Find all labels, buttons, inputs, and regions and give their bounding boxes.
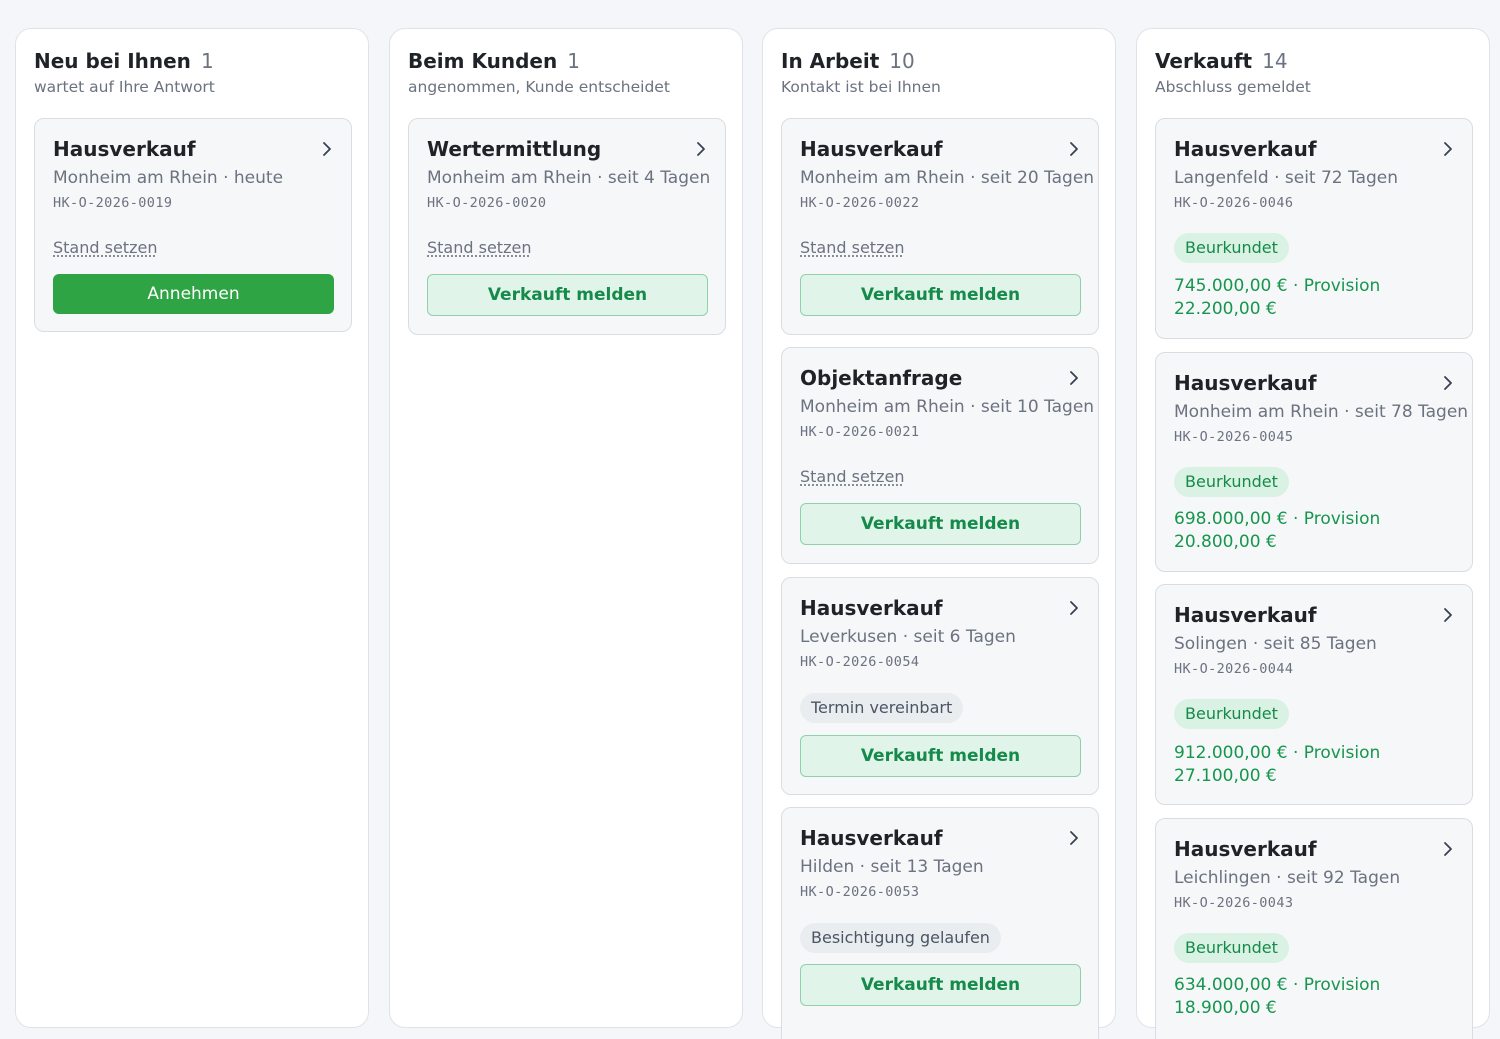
column-in-arbeit: In Arbeit 10 Kontakt ist bei Ihnen Hausve…	[762, 28, 1116, 1039]
status-badge: Termin vereinbart	[800, 693, 964, 723]
column-count: 10	[889, 49, 915, 73]
chevron-right-icon[interactable]	[695, 141, 707, 157]
sold-card[interactable]: Hausverkauf Langenfeld · seit 72 Tagen H…	[1155, 118, 1473, 339]
verkauft-melden-button[interactable]: Verkauft melden	[800, 735, 1081, 777]
lead-card[interactable]: Hausverkauf Hilden · seit 13 Tagen HK-O-…	[781, 807, 1099, 1039]
card-meta: Monheim am Rhein · seit 78 Tagen	[1174, 402, 1469, 422]
card-title: Hausverkauf	[1174, 603, 1317, 627]
sold-card[interactable]: Hausverkauf Monheim am Rhein · seit 78 T…	[1155, 352, 1473, 572]
column-header: Verkauft 14 Abschluss gemeldet	[1155, 49, 1471, 96]
card-meta: Solingen · seit 85 Tagen	[1174, 634, 1377, 654]
stand-setzen-link[interactable]: Stand setzen	[53, 238, 157, 257]
card-meta: Leichlingen · seit 92 Tagen	[1174, 868, 1401, 888]
card-meta: Monheim am Rhein · seit 20 Tagen	[800, 168, 1095, 188]
card-reference-id: HK-O-2026-0046	[1174, 195, 1294, 211]
card-meta: Monheim am Rhein · heute	[53, 168, 284, 188]
price-provision: 745.000,00 € · Provision 22.200,00 €	[1174, 276, 1381, 319]
status-badge: Besichtigung gelaufen	[800, 923, 1001, 953]
card-title: Hausverkauf	[1174, 837, 1317, 861]
card-reference-id: HK-O-2026-0043	[1174, 895, 1294, 911]
chevron-right-icon[interactable]	[1442, 375, 1454, 391]
column-subtitle: Kontakt ist bei Ihnen	[781, 78, 941, 96]
chevron-right-icon[interactable]	[1068, 370, 1080, 386]
column-header: Beim Kunden 1 angenommen, Kunde entscheid…	[408, 49, 724, 96]
stand-setzen-link[interactable]: Stand setzen	[800, 467, 904, 486]
card-reference-id: HK-O-2026-0021	[800, 424, 920, 440]
card-meta: Monheim am Rhein · seit 4 Tagen	[427, 168, 711, 188]
beurkundet-badge: Beurkundet	[1174, 699, 1289, 729]
beurkundet-badge: Beurkundet	[1174, 233, 1289, 263]
card-meta: Leverkusen · seit 6 Tagen	[800, 627, 1016, 647]
chevron-right-icon[interactable]	[1068, 600, 1080, 616]
lead-card[interactable]: Hausverkauf Leverkusen · seit 6 Tagen HK…	[781, 577, 1099, 795]
chevron-right-icon[interactable]	[1442, 141, 1454, 157]
card-title: Hausverkauf	[800, 826, 943, 850]
stand-setzen-link[interactable]: Stand setzen	[800, 238, 904, 257]
card-reference-id: HK-O-2026-0044	[1174, 661, 1294, 677]
card-title: Wertermittlung	[427, 137, 602, 161]
card-reference-id: HK-O-2026-0053	[800, 884, 920, 900]
column-neu-bei-ihnen: Neu bei Ihnen 1 wartet auf Ihre Antwort H…	[15, 28, 369, 1028]
column-verkauft: Verkauft 14 Abschluss gemeldet Hausverkau…	[1136, 28, 1490, 1039]
card-meta: Monheim am Rhein · seit 10 Tagen	[800, 397, 1095, 417]
sold-card[interactable]: Hausverkauf Leichlingen · seit 92 Tagen …	[1155, 818, 1473, 1039]
beurkundet-badge: Beurkundet	[1174, 933, 1289, 963]
column-count: 14	[1262, 49, 1288, 73]
lead-card[interactable]: Wertermittlung Monheim am Rhein · seit 4…	[408, 118, 726, 335]
column-title: In Arbeit 10	[781, 49, 915, 73]
card-title: Hausverkauf	[1174, 137, 1317, 161]
chevron-right-icon[interactable]	[321, 141, 333, 157]
lead-card[interactable]: Objektanfrage Monheim am Rhein · seit 10…	[781, 347, 1099, 564]
column-subtitle: wartet auf Ihre Antwort	[34, 78, 215, 96]
column-header: Neu bei Ihnen 1 wartet auf Ihre Antwort	[34, 49, 350, 96]
chevron-right-icon[interactable]	[1442, 841, 1454, 857]
beurkundet-badge: Beurkundet	[1174, 467, 1289, 497]
card-reference-id: HK-O-2026-0022	[800, 195, 920, 211]
card-meta: Hilden · seit 13 Tagen	[800, 857, 984, 877]
chevron-right-icon[interactable]	[1442, 607, 1454, 623]
verkauft-melden-button[interactable]: Verkauft melden	[800, 964, 1081, 1006]
price-provision: 912.000,00 € · Provision 27.100,00 €	[1174, 743, 1381, 786]
column-beim-kunden: Beim Kunden 1 angenommen, Kunde entscheid…	[389, 28, 743, 1028]
column-title: Verkauft 14	[1155, 49, 1288, 73]
price-provision: 634.000,00 € · Provision 18.900,00 €	[1174, 975, 1381, 1018]
lead-card[interactable]: Hausverkauf Monheim am Rhein · seit 20 T…	[781, 118, 1099, 335]
card-title: Hausverkauf	[1174, 371, 1317, 395]
column-subtitle: angenommen, Kunde entscheidet	[408, 78, 670, 96]
column-title: Beim Kunden 1	[408, 49, 580, 73]
chevron-right-icon[interactable]	[1068, 141, 1080, 157]
card-reference-id: HK-O-2026-0045	[1174, 429, 1294, 445]
verkauft-melden-button[interactable]: Verkauft melden	[800, 503, 1081, 545]
card-reference-id: HK-O-2026-0019	[53, 195, 173, 211]
column-title: Neu bei Ihnen 1	[34, 49, 214, 73]
card-title: Hausverkauf	[53, 137, 196, 161]
sold-card[interactable]: Hausverkauf Solingen · seit 85 Tagen HK-…	[1155, 584, 1473, 805]
verkauft-melden-button[interactable]: Verkauft melden	[800, 274, 1081, 316]
column-count: 1	[200, 49, 214, 73]
chevron-right-icon[interactable]	[1068, 830, 1080, 846]
price-provision: 698.000,00 € · Provision 20.800,00 €	[1174, 509, 1381, 552]
card-title: Objektanfrage	[800, 366, 963, 390]
column-subtitle: Abschluss gemeldet	[1155, 78, 1311, 96]
card-reference-id: HK-O-2026-0054	[800, 654, 920, 670]
card-title: Hausverkauf	[800, 137, 943, 161]
lead-card[interactable]: Hausverkauf Monheim am Rhein · heute HK-…	[34, 118, 352, 332]
column-header: In Arbeit 10 Kontakt ist bei Ihnen	[781, 49, 1097, 96]
column-count: 1	[567, 49, 580, 73]
annehmen-button[interactable]: Annehmen	[53, 274, 334, 314]
stand-setzen-link[interactable]: Stand setzen	[427, 238, 531, 257]
card-reference-id: HK-O-2026-0020	[427, 195, 547, 211]
kanban-board: Neu bei Ihnen 1 wartet auf Ihre Antwort H…	[0, 0, 1500, 1039]
card-title: Hausverkauf	[800, 596, 943, 620]
card-meta: Langenfeld · seit 72 Tagen	[1174, 168, 1399, 188]
verkauft-melden-button[interactable]: Verkauft melden	[427, 274, 708, 316]
